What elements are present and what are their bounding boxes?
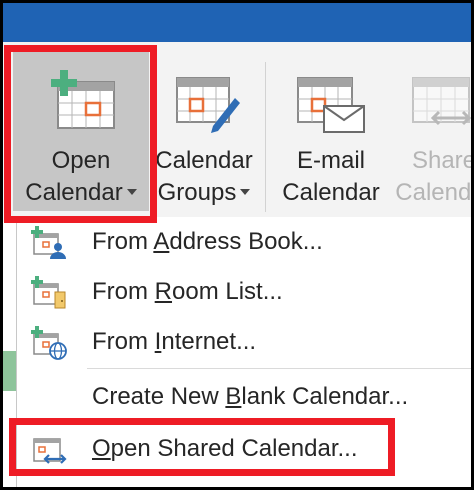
internet-calendar-icon bbox=[31, 326, 67, 360]
calendar-groups-button[interactable]: Calendar Groups bbox=[149, 46, 259, 211]
menu-item-accelerator: A bbox=[153, 228, 170, 255]
menu-item-label: lank Calendar... bbox=[241, 383, 409, 410]
email-calendar-icon bbox=[294, 68, 368, 143]
email-calendar-label-2: Calendar bbox=[282, 179, 380, 206]
ribbon-separator bbox=[265, 62, 266, 212]
open-calendar-menu: From Address Book... From Room List... F… bbox=[16, 217, 471, 487]
calendar-groups-label-1: Calendar bbox=[155, 147, 253, 174]
calendar-groups-icon bbox=[167, 68, 241, 143]
open-calendar-label-2: Calendar bbox=[25, 179, 123, 206]
open-calendar-icon bbox=[46, 68, 116, 139]
share-calendar-label-1: Share bbox=[411, 147, 471, 174]
room-list-calendar-icon bbox=[31, 276, 67, 310]
address-book-calendar-icon bbox=[31, 226, 67, 260]
open-calendar-button[interactable]: Open Calendar bbox=[13, 46, 149, 211]
menu-item-open-shared-calendar[interactable]: Open Shared Calendar... bbox=[17, 424, 471, 474]
menu-item-create-new-blank-calendar[interactable]: Create New Blank Calendar... bbox=[17, 372, 471, 422]
menu-item-accelerator: B bbox=[225, 383, 242, 410]
dropdown-caret-icon bbox=[126, 188, 137, 195]
menu-separator bbox=[87, 368, 471, 369]
email-calendar-label-1: E-mail bbox=[296, 147, 365, 174]
menu-item-label: Create New bbox=[92, 383, 226, 410]
ribbon-home-tab: Open Calendar Calendar Groups E-mail Cal… bbox=[3, 42, 471, 222]
menu-item-label: nternet... bbox=[161, 328, 257, 355]
dropdown-caret-icon bbox=[240, 188, 251, 195]
menu-item-from-internet[interactable]: From Internet... bbox=[17, 317, 471, 367]
background-pane-strip bbox=[3, 351, 16, 391]
menu-item-accelerator: R bbox=[154, 278, 173, 305]
menu-item-label: pen Shared Calendar... bbox=[110, 435, 358, 462]
menu-item-label: From bbox=[92, 228, 154, 255]
menu-item-accelerator: O bbox=[92, 435, 111, 462]
menu-item-label: oom List... bbox=[172, 278, 283, 305]
menu-item-from-address-book[interactable]: From Address Book... bbox=[17, 217, 471, 267]
shared-calendar-icon bbox=[31, 433, 67, 467]
menu-item-label: From bbox=[92, 328, 155, 355]
menu-item-from-room-list[interactable]: From Room List... bbox=[17, 267, 471, 317]
calendar-groups-label-2: Groups bbox=[157, 179, 237, 206]
outlook-window: Open Calendar Calendar Groups E-mail Cal… bbox=[3, 3, 471, 487]
ribbon-title-bar bbox=[3, 3, 471, 42]
open-calendar-label-1: Open bbox=[51, 147, 111, 174]
share-calendar-button[interactable]: Share Calendar bbox=[389, 46, 471, 211]
email-calendar-button[interactable]: E-mail Calendar bbox=[275, 46, 387, 211]
share-calendar-icon bbox=[407, 68, 471, 143]
menu-item-label: From bbox=[92, 278, 155, 305]
share-calendar-label-2: Calendar bbox=[395, 179, 471, 206]
menu-item-label: ddress Book... bbox=[169, 228, 323, 255]
